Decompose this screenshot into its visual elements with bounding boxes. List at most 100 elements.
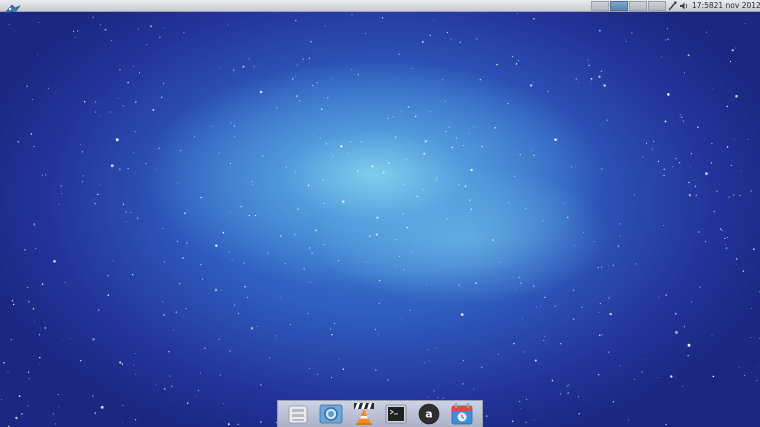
dock-item-calendar-app[interactable] — [450, 402, 474, 426]
star — [162, 227, 164, 230]
star — [231, 259, 233, 261]
star — [529, 84, 533, 87]
star — [376, 216, 379, 219]
star — [26, 85, 28, 88]
star — [751, 308, 753, 309]
star — [642, 156, 644, 158]
star — [135, 373, 137, 375]
svg-text:a: a — [425, 408, 432, 421]
dock-item-browser[interactable] — [319, 402, 343, 426]
star — [507, 201, 510, 204]
star — [697, 231, 700, 233]
star — [395, 238, 397, 241]
star — [601, 333, 603, 336]
workspace-3[interactable] — [629, 1, 647, 11]
star — [679, 114, 681, 115]
star — [567, 392, 569, 394]
star — [98, 184, 100, 186]
star — [402, 213, 404, 215]
star — [169, 375, 171, 377]
star — [599, 303, 601, 305]
star — [104, 28, 107, 31]
star — [429, 34, 431, 36]
star — [24, 249, 26, 251]
dock-item-amazon[interactable]: a — [417, 402, 441, 426]
star — [234, 304, 236, 306]
star — [405, 159, 407, 161]
star — [678, 161, 681, 164]
desktop[interactable]: 17:5821 nov 2012 a — [0, 0, 760, 427]
star — [184, 212, 186, 215]
star — [664, 39, 667, 41]
network-icon[interactable] — [668, 1, 677, 11]
star — [33, 145, 35, 147]
workspace-1[interactable] — [591, 1, 609, 11]
volume-icon[interactable] — [679, 1, 688, 11]
star — [218, 338, 220, 340]
star — [445, 130, 447, 133]
star — [421, 40, 424, 43]
star — [133, 364, 135, 366]
star — [479, 78, 482, 81]
star — [519, 153, 521, 156]
star — [18, 395, 21, 398]
star — [107, 275, 109, 277]
star — [175, 311, 177, 313]
star — [72, 30, 75, 32]
star — [327, 97, 329, 99]
star — [750, 190, 752, 192]
star — [127, 168, 129, 170]
star — [178, 282, 181, 285]
star — [744, 374, 746, 376]
dock-item-file-manager[interactable] — [286, 402, 310, 426]
star — [33, 321, 35, 323]
star — [747, 138, 749, 140]
applications-menu-button[interactable] — [2, 0, 22, 14]
star — [94, 111, 97, 113]
star — [135, 130, 137, 132]
top-panel: 17:5821 nov 2012 — [0, 0, 760, 14]
star — [533, 154, 535, 156]
star — [62, 340, 63, 342]
star — [395, 136, 397, 138]
star — [340, 145, 343, 148]
star — [507, 103, 509, 105]
star — [27, 287, 29, 289]
star — [161, 96, 163, 98]
star — [724, 244, 726, 245]
star — [92, 16, 94, 19]
star — [536, 306, 538, 308]
star — [366, 261, 368, 263]
dock-item-vlc[interactable] — [352, 402, 376, 426]
star — [573, 196, 575, 197]
star — [667, 38, 669, 41]
star — [200, 196, 202, 199]
star — [387, 379, 389, 381]
workspace-2[interactable] — [610, 1, 628, 11]
star — [250, 327, 254, 330]
star — [433, 19, 434, 21]
star — [554, 138, 557, 141]
star — [240, 205, 242, 208]
star — [435, 179, 437, 181]
dock-item-terminal[interactable] — [384, 402, 408, 426]
star — [492, 239, 494, 241]
star — [215, 244, 218, 247]
star — [12, 303, 15, 306]
star — [512, 420, 514, 423]
star — [473, 388, 475, 390]
clock[interactable]: 17:5821 nov 2012 — [692, 0, 760, 12]
star — [309, 247, 311, 249]
star — [688, 181, 690, 184]
star — [588, 64, 590, 67]
star — [15, 416, 18, 420]
star — [186, 402, 189, 404]
workspace-4[interactable] — [648, 1, 666, 11]
star — [132, 274, 134, 276]
star — [211, 126, 213, 127]
calendar-icon — [451, 403, 473, 425]
star — [81, 151, 84, 153]
star — [180, 150, 182, 152]
star — [666, 28, 669, 30]
star — [32, 308, 35, 310]
